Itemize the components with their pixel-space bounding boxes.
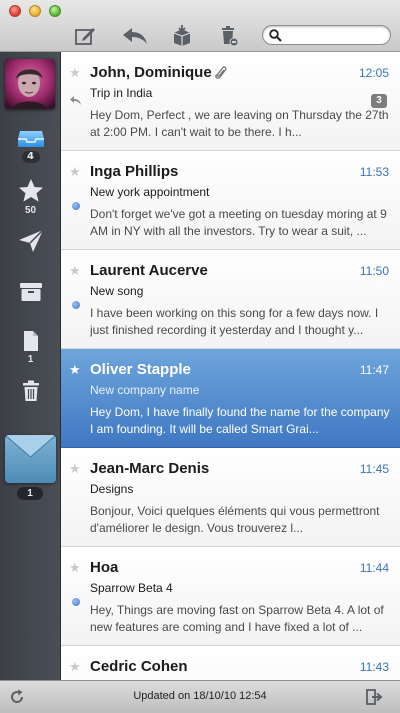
message-preview: Bonjour, Voici quelques éléments qui vou… bbox=[90, 504, 380, 535]
message-preview: I have been working on this song for a f… bbox=[90, 306, 379, 337]
message-row[interactable]: ★ John, Dominique 12:05 Trip in India 3 … bbox=[61, 52, 400, 151]
minimize-window-button[interactable] bbox=[29, 5, 41, 17]
reply-button[interactable] bbox=[121, 24, 149, 48]
message-time: 12:05 bbox=[358, 66, 389, 80]
reply-icon bbox=[123, 28, 147, 44]
message-time: 11:44 bbox=[359, 561, 389, 575]
account-avatar[interactable] bbox=[5, 59, 55, 109]
sidebar: 4 50 1 1 bbox=[0, 52, 61, 680]
sidebar-item-starred[interactable]: 50 bbox=[0, 178, 61, 216]
star-toggle-icon[interactable]: ★ bbox=[69, 165, 81, 178]
message-subject: New song bbox=[90, 284, 144, 298]
message-subject: New york appointment bbox=[90, 185, 210, 199]
message-sender: Oliver Stapple bbox=[90, 361, 191, 378]
envelope-count-badge: 1 bbox=[17, 487, 43, 500]
message-row[interactable]: ★ Laurent Aucerve 11:50 New song I have … bbox=[61, 250, 400, 349]
archive-box-icon bbox=[173, 25, 191, 46]
star-toggle-icon[interactable]: ★ bbox=[69, 363, 81, 376]
message-subject: New company name bbox=[90, 383, 200, 397]
document-icon bbox=[23, 331, 38, 351]
compose-icon bbox=[75, 28, 95, 45]
trash-icon bbox=[222, 26, 239, 47]
send-icon bbox=[18, 229, 44, 252]
star-toggle-icon[interactable]: ★ bbox=[69, 66, 81, 79]
message-row[interactable]: ★ Jean-Marc Denis 11:45 Designs Bonjour,… bbox=[61, 448, 400, 547]
sidebar-item-archive[interactable] bbox=[0, 282, 61, 302]
star-toggle-icon[interactable]: ★ bbox=[69, 462, 81, 475]
status-bar: Updated on 18/10/10 12:54 bbox=[0, 680, 400, 713]
unread-dot-icon bbox=[72, 598, 80, 606]
sidebar-item-sent[interactable] bbox=[0, 229, 61, 253]
close-window-button[interactable] bbox=[9, 5, 21, 17]
message-time: 11:45 bbox=[359, 462, 389, 476]
sidebar-item-drafts[interactable]: 1 bbox=[0, 330, 61, 365]
message-row[interactable]: ★ Hoa 11:44 Sparrow Beta 4 Hey, Things a… bbox=[61, 547, 400, 646]
star-toggle-icon[interactable]: ★ bbox=[69, 264, 81, 277]
message-row-selected[interactable]: ★ Oliver Stapple 11:47 New company name … bbox=[61, 349, 400, 448]
message-time: 11:47 bbox=[359, 363, 389, 377]
message-row[interactable]: ★ Cedric Cohen 11:43 bbox=[61, 646, 400, 680]
search-icon bbox=[269, 29, 282, 42]
star-icon bbox=[18, 179, 43, 202]
message-preview: Don't forget we've got a meeting on tues… bbox=[90, 207, 387, 238]
logout-button[interactable] bbox=[365, 687, 385, 707]
inbox-icon bbox=[17, 131, 44, 147]
message-subject: Sparrow Beta 4 bbox=[90, 581, 173, 595]
starred-count: 50 bbox=[24, 205, 37, 216]
zoom-window-button[interactable] bbox=[49, 5, 61, 17]
compose-button[interactable] bbox=[73, 24, 97, 48]
archive-icon bbox=[19, 283, 42, 301]
search-input[interactable] bbox=[285, 27, 389, 45]
archive-button[interactable] bbox=[170, 24, 194, 48]
message-row[interactable]: ★ Inga Phillips 11:53 New york appointme… bbox=[61, 151, 400, 250]
envelope-tile[interactable] bbox=[5, 435, 56, 483]
message-preview: Hey Dom, I have finally found the name f… bbox=[90, 405, 390, 436]
replied-icon bbox=[70, 96, 81, 105]
message-sender: Inga Phillips bbox=[90, 163, 179, 180]
message-subject: Trip in India bbox=[90, 86, 153, 100]
title-bar bbox=[0, 0, 400, 52]
unread-dot-icon bbox=[72, 301, 80, 309]
message-sender: Laurent Aucerve bbox=[90, 262, 208, 279]
star-toggle-icon[interactable]: ★ bbox=[69, 660, 81, 673]
inbox-unread-badge: 4 bbox=[21, 151, 40, 163]
envelope-icon bbox=[5, 435, 56, 458]
message-sender: Jean-Marc Denis bbox=[90, 460, 210, 477]
message-time: 11:53 bbox=[359, 165, 389, 179]
message-sender: Cedric Cohen bbox=[90, 658, 188, 675]
star-toggle-icon[interactable]: ★ bbox=[69, 561, 81, 574]
message-sender: Hoa bbox=[90, 559, 119, 576]
exit-icon bbox=[366, 689, 383, 705]
thread-count-badge: 3 bbox=[371, 94, 387, 108]
message-time: 11:50 bbox=[359, 264, 389, 278]
last-updated-text: Updated on 18/10/10 12:54 bbox=[133, 690, 267, 702]
message-sender: John, Dominique bbox=[90, 64, 212, 81]
drafts-count: 1 bbox=[27, 354, 34, 365]
search-field[interactable] bbox=[262, 25, 391, 45]
attachment-icon bbox=[215, 66, 227, 79]
sidebar-item-inbox[interactable]: 4 bbox=[0, 129, 61, 163]
message-time: 11:43 bbox=[359, 660, 389, 674]
message-preview: Hey, Things are moving fast on Sparrow B… bbox=[90, 603, 384, 634]
delete-button[interactable] bbox=[217, 24, 241, 48]
message-list: ★ John, Dominique 12:05 Trip in India 3 … bbox=[61, 52, 400, 680]
sidebar-item-trash[interactable] bbox=[0, 380, 61, 402]
unread-dot-icon bbox=[72, 202, 80, 210]
message-subject: Designs bbox=[90, 482, 134, 496]
message-preview: Hey Dom, Perfect , we are leaving on Thu… bbox=[90, 108, 389, 139]
trash-icon bbox=[22, 380, 39, 401]
